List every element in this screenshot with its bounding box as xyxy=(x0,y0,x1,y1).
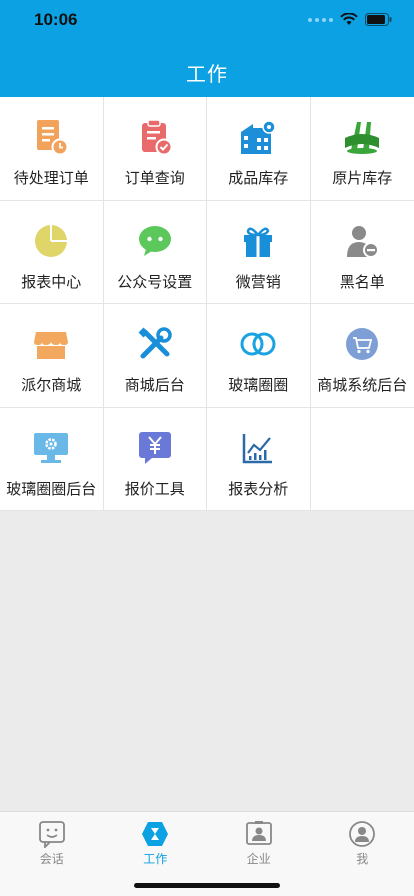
page-title: 工作 xyxy=(186,62,228,86)
shop-icon xyxy=(31,324,71,364)
yen-message-icon xyxy=(135,428,175,468)
tab-chat[interactable]: 会话 xyxy=(0,812,104,896)
grid-item-finished-stock[interactable]: 成品库存 xyxy=(207,97,311,201)
blacklist-icon xyxy=(342,221,382,261)
hourglass-icon xyxy=(142,822,169,846)
wechat-icon xyxy=(135,221,175,261)
work-grid: 待处理订单 订单查询 成品库存 原片库存 报表中心 公众号设置 微营销 黑名单 … xyxy=(0,97,414,511)
chat-face-icon xyxy=(38,821,65,848)
grid-item-label: 原片库存 xyxy=(332,169,393,187)
grid-item-mall-backend[interactable]: 商城后台 xyxy=(103,304,207,408)
raw-stock-icon xyxy=(342,117,382,157)
monitor-gear-icon xyxy=(31,428,71,468)
grid-item-mall-system-backend[interactable]: 商城系统后台 xyxy=(310,304,414,408)
grid-item-glass-circle-backend[interactable]: 玻璃圈圈后台 xyxy=(0,407,104,511)
cart-icon xyxy=(342,324,382,364)
grid-item-label: 报表分析 xyxy=(228,479,289,498)
grid-item-label: 报表中心 xyxy=(21,272,82,291)
pie-chart-icon xyxy=(31,221,71,261)
grid-item-label: 订单查询 xyxy=(124,169,185,187)
home-indicator xyxy=(134,883,280,888)
grid-item-label: 玻璃圈圈后台 xyxy=(6,479,97,498)
grid-item-raw-stock[interactable]: 原片库存 xyxy=(310,97,414,201)
grid-item-label: 商城后台 xyxy=(124,376,185,394)
grid-item-label: 报价工具 xyxy=(124,479,185,498)
grid-item-label: 派尔商城 xyxy=(21,376,82,394)
grid-item-report-analysis[interactable]: 报表分析 xyxy=(207,407,311,511)
cellular-signal-icon xyxy=(308,17,333,22)
grid-item-quote-tool[interactable]: 报价工具 xyxy=(103,407,207,511)
grid-item-pending-orders[interactable]: 待处理订单 xyxy=(0,97,104,201)
gift-icon xyxy=(238,221,278,261)
grid-item-glass-circle[interactable]: 玻璃圈圈 xyxy=(207,304,311,408)
tab-label: 企业 xyxy=(246,852,271,866)
status-time: 10:06 xyxy=(34,10,78,29)
grid-item-micro-marketing[interactable]: 微营销 xyxy=(207,200,311,304)
tab-label: 会话 xyxy=(39,852,64,866)
grid-item-label: 商城系统后台 xyxy=(317,376,408,394)
contact-card-icon xyxy=(245,821,272,845)
grid-item-label: 玻璃圈圈 xyxy=(228,376,289,394)
finished-goods-icon xyxy=(238,117,278,157)
line-chart-icon xyxy=(238,428,278,468)
grid-item-report-center[interactable]: 报表中心 xyxy=(0,200,104,304)
pending-order-icon xyxy=(31,117,71,157)
grid-item-blacklist[interactable]: 黑名单 xyxy=(310,201,414,304)
tab-label: 工作 xyxy=(143,852,168,866)
tools-icon xyxy=(135,324,175,364)
header: 10:06 工作 xyxy=(0,0,414,97)
grid-empty-cell xyxy=(310,408,414,511)
grid-item-official-account[interactable]: 公众号设置 xyxy=(103,200,207,304)
tab-me[interactable]: 我 xyxy=(311,812,414,896)
tab-label: 我 xyxy=(356,852,369,866)
grid-item-label: 待处理订单 xyxy=(13,169,89,187)
wifi-icon xyxy=(340,13,358,25)
rings-icon xyxy=(238,324,278,364)
grid-item-order-query[interactable]: 订单查询 xyxy=(103,97,207,201)
order-query-icon xyxy=(135,117,175,157)
status-icons xyxy=(308,13,392,26)
grid-item-label: 黑名单 xyxy=(339,272,385,291)
battery-icon xyxy=(365,13,392,26)
grid-item-label: 成品库存 xyxy=(228,169,289,187)
grid-item-label: 微营销 xyxy=(235,272,281,291)
user-icon xyxy=(349,821,376,847)
grid-item-label: 公众号设置 xyxy=(117,272,193,291)
grid-item-pai-mall[interactable]: 派尔商城 xyxy=(0,304,104,408)
